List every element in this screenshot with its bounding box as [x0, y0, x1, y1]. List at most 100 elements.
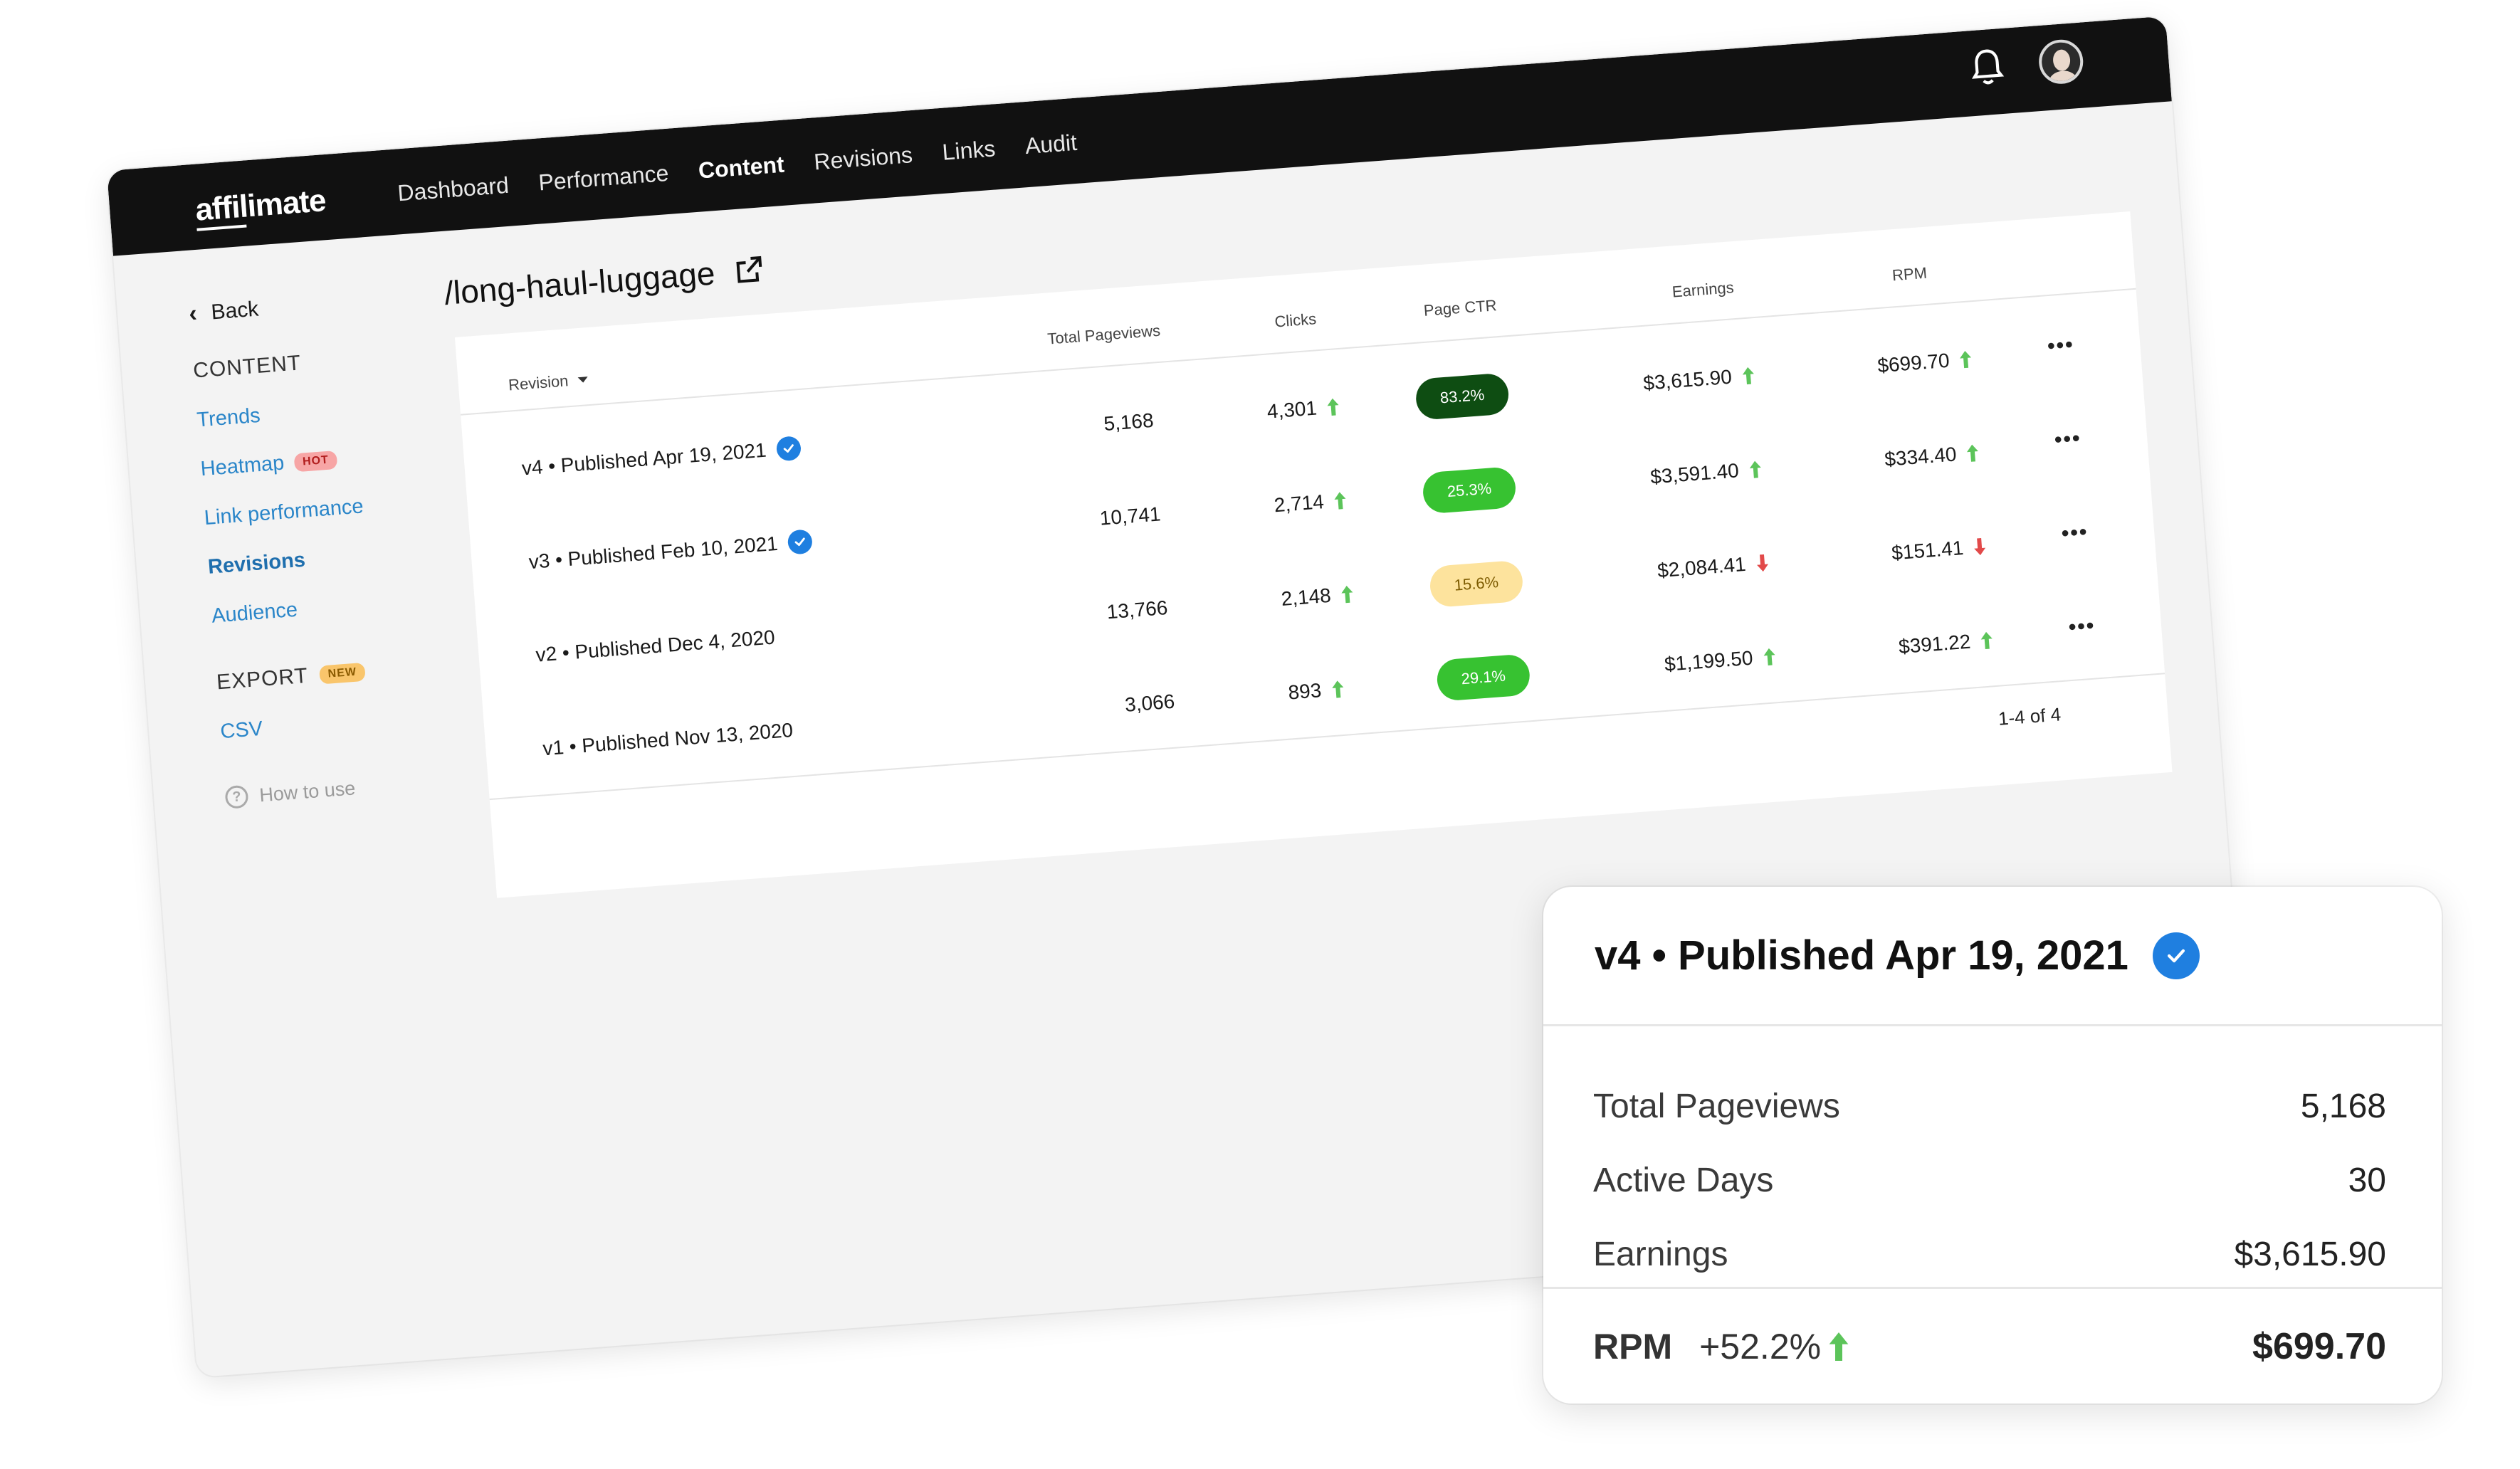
- more-options-button[interactable]: •••: [2047, 333, 2075, 359]
- new-badge: NEW: [318, 662, 366, 685]
- arrow-up-icon: [1334, 492, 1346, 510]
- nav-revisions[interactable]: Revisions: [813, 142, 913, 175]
- more-options-button[interactable]: •••: [2068, 614, 2096, 640]
- clicks-value: 4,301: [1266, 396, 1318, 423]
- clicks-header[interactable]: Clicks: [1274, 310, 1317, 331]
- clicks-cell: 2,714: [1274, 489, 1348, 517]
- verified-check-icon: [787, 529, 813, 555]
- how-to-use-link[interactable]: ? How to use: [224, 771, 439, 809]
- revision-cell: v2 • Published Dec 4, 2020: [535, 626, 776, 667]
- ctr-header[interactable]: Page CTR: [1423, 296, 1497, 320]
- detail-stat-earnings: Earnings $3,615.90: [1593, 1217, 2386, 1291]
- clicks-cell: 893: [1287, 678, 1345, 705]
- rpm-value: $391.22: [1898, 630, 1972, 658]
- clicks-cell: 4,301: [1266, 395, 1340, 423]
- topbar-actions: [1968, 38, 2085, 90]
- sidebar-item-csv[interactable]: CSV: [219, 705, 434, 744]
- arrow-up-icon: [1829, 1332, 1849, 1361]
- stat-value: $3,615.90: [2234, 1235, 2386, 1273]
- app-logo[interactable]: affilimate: [194, 183, 327, 228]
- sidebar-item-label: Trends: [196, 404, 261, 432]
- sidebar-item-link-performance[interactable]: Link performance: [204, 491, 419, 530]
- rpm-change-value: +52.2%: [1699, 1326, 1822, 1367]
- main-nav: Dashboard Performance Content Revisions …: [397, 130, 1078, 207]
- ctr-pill: 15.6%: [1428, 559, 1524, 609]
- revision-sort-header[interactable]: Revision: [508, 370, 589, 394]
- revision-cell: v3 • Published Feb 10, 2021: [528, 529, 813, 574]
- rpm-change: +52.2%: [1699, 1326, 1849, 1367]
- clicks-cell: 2,148: [1281, 582, 1355, 611]
- stage: affilimate Dashboard Performance Content…: [0, 0, 2520, 1469]
- stat-value: 30: [2348, 1161, 2386, 1199]
- arrow-up-icon: [1967, 444, 1979, 462]
- rpm-value: $699.70: [1876, 349, 1951, 377]
- arrow-up-icon: [1763, 648, 1775, 666]
- earnings-value: $2,084.41: [1657, 552, 1747, 582]
- detail-header: v4 • Published Apr 19, 2021: [1543, 887, 2442, 1026]
- earnings-header[interactable]: Earnings: [1671, 278, 1735, 301]
- more-options-button[interactable]: •••: [2054, 426, 2082, 453]
- revision-cell: v4 • Published Apr 19, 2021: [521, 436, 802, 480]
- ctr-pill: 83.2%: [1414, 372, 1511, 421]
- rpm-cell: $699.70: [1876, 347, 1973, 377]
- back-link[interactable]: ‹ Back: [188, 284, 403, 327]
- revision-label: v1 • Published Nov 13, 2020: [542, 718, 794, 760]
- ctr-pill: 25.3%: [1422, 465, 1518, 515]
- sidebar-item-label: CSV: [219, 717, 264, 744]
- nav-content[interactable]: Content: [698, 152, 785, 184]
- rpm-cell: $151.41: [1891, 535, 1987, 565]
- verified-check-icon: [2152, 932, 2200, 979]
- arrow-up-icon: [1749, 460, 1761, 478]
- earnings-value: $1,199.50: [1663, 646, 1754, 675]
- more-options-button[interactable]: •••: [2061, 520, 2089, 547]
- revision-label: v4 • Published Apr 19, 2021: [520, 438, 767, 480]
- sidebar-item-heatmap[interactable]: Heatmap HOT: [200, 442, 415, 481]
- arrow-up-icon: [1341, 586, 1353, 604]
- bell-icon[interactable]: [1968, 45, 2006, 90]
- arrow-up-icon: [1332, 680, 1344, 698]
- earnings-cell: $2,084.41: [1657, 552, 1770, 583]
- arrow-up-icon: [1742, 367, 1754, 385]
- rpm-label: RPM: [1593, 1326, 1673, 1367]
- user-avatar[interactable]: [2037, 38, 2085, 85]
- sidebar-item-trends[interactable]: Trends: [196, 393, 411, 432]
- ctr-cell: 25.3%: [1422, 465, 1518, 515]
- stat-value: 5,168: [2300, 1087, 2386, 1125]
- revisions-table: Revision Total Pageviews Clicks Page CTR…: [454, 211, 2173, 898]
- rpm-cell: $334.40: [1884, 441, 1980, 471]
- rpm-header[interactable]: RPM: [1891, 264, 1928, 285]
- pageviews-cell: 5,168: [1103, 409, 1155, 435]
- nav-links[interactable]: Links: [941, 135, 996, 165]
- clicks-value: 2,714: [1273, 490, 1325, 517]
- sidebar-item-revisions[interactable]: Revisions: [207, 539, 422, 579]
- sidebar-item-label: Link performance: [203, 495, 364, 530]
- sidebar-item-label: Audience: [211, 598, 299, 628]
- sidebar: ‹ Back CONTENT Trends Heatmap HOT Link p…: [188, 284, 439, 809]
- detail-stats: Total Pageviews 5,168 Active Days 30 Ear…: [1543, 1026, 2442, 1291]
- ctr-cell: 29.1%: [1435, 653, 1531, 702]
- revision-detail-card: v4 • Published Apr 19, 2021 Total Pagevi…: [1543, 887, 2442, 1404]
- clicks-value: 2,148: [1280, 584, 1332, 610]
- sidebar-item-label: Heatmap: [199, 451, 285, 481]
- external-link-icon[interactable]: [733, 253, 766, 287]
- rpm-value: $699.70: [2252, 1325, 2386, 1367]
- help-label: How to use: [258, 776, 357, 806]
- nav-audit[interactable]: Audit: [1024, 130, 1078, 159]
- stat-label: Active Days: [1593, 1161, 1774, 1199]
- ctr-cell: 83.2%: [1414, 372, 1511, 421]
- arrow-up-icon: [1980, 631, 1993, 650]
- earnings-cell: $1,199.50: [1664, 645, 1777, 676]
- hot-badge: HOT: [293, 450, 338, 472]
- nav-dashboard[interactable]: Dashboard: [397, 172, 510, 207]
- caret-down-icon: [577, 377, 589, 384]
- revision-label: v3 • Published Feb 10, 2021: [527, 532, 779, 574]
- rpm-value: $151.41: [1891, 536, 1965, 564]
- pagination-count: 1-4 of 4: [1997, 703, 2062, 730]
- clicks-value: 893: [1287, 679, 1323, 704]
- nav-performance[interactable]: Performance: [537, 160, 669, 196]
- pageviews-cell: 3,066: [1124, 690, 1176, 716]
- earnings-cell: $3,615.90: [1642, 364, 1755, 395]
- pageviews-header[interactable]: Total Pageviews: [1046, 322, 1160, 349]
- revision-header-label: Revision: [508, 372, 569, 394]
- sidebar-item-audience[interactable]: Audience: [211, 589, 426, 628]
